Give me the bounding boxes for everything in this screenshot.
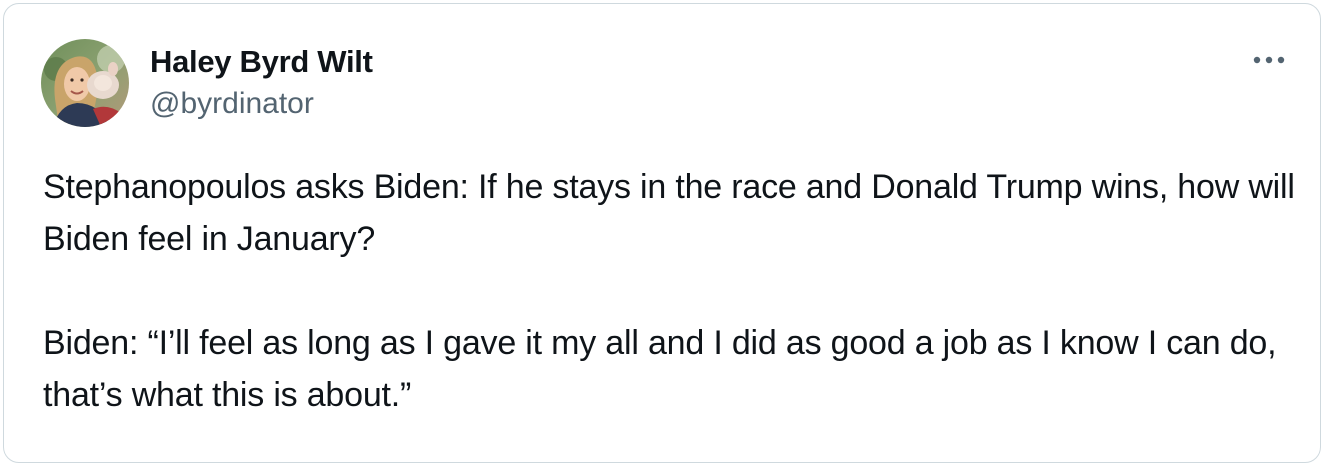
avatar[interactable] bbox=[41, 39, 129, 127]
tweet-paragraph: Stephanopoulos asks Biden: If he stays i… bbox=[43, 168, 1295, 258]
profile-photo-icon bbox=[41, 39, 129, 127]
more-horizontal-icon bbox=[1253, 56, 1285, 64]
author-handle[interactable]: @byrdinator bbox=[150, 87, 314, 121]
tweet-card[interactable]: Haley Byrd Wilt @byrdinator Stephanopoul… bbox=[3, 3, 1321, 463]
tweet-text: Stephanopoulos asks Biden: If he stays i… bbox=[43, 161, 1303, 421]
tweet-paragraph: Biden: “I’ll feel as long as I gave it m… bbox=[43, 324, 1277, 414]
more-button[interactable] bbox=[1244, 40, 1294, 80]
author-name[interactable]: Haley Byrd Wilt bbox=[150, 44, 373, 80]
